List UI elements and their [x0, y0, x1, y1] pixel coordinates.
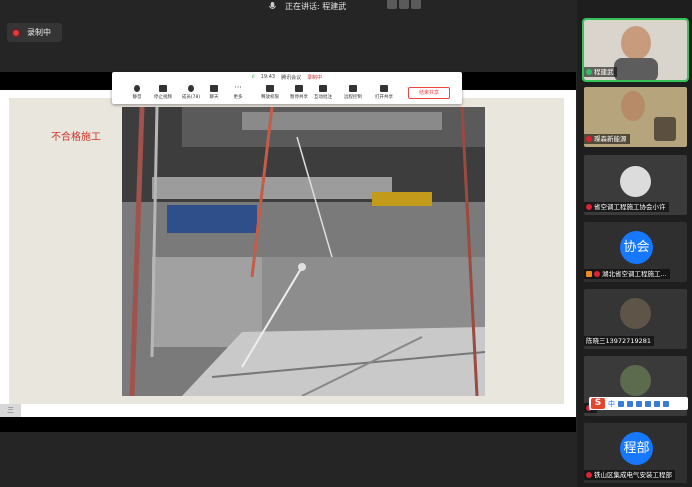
share-release-icon: [266, 85, 274, 92]
more-icon: ···: [234, 83, 242, 92]
toolbox-icon[interactable]: [654, 400, 660, 407]
release-permission-button[interactable]: 释放权限: [259, 85, 281, 100]
slide-canvas: 不合格施工: [9, 98, 564, 404]
window-control-3[interactable]: [411, 0, 421, 9]
members-icon: [188, 85, 194, 92]
meeting-share-toolbar: ıl 19:43 腾讯会议 录制中 静音 停止视频 成员(78) 聊天 ··· 更…: [112, 72, 462, 104]
participant-tile[interactable]: 陈晓三13972719281: [584, 289, 687, 349]
participants-panel: 程建武 璨森新能源 省空调工程施工协会小许 协会 湖北省空调工程施工... 陈晓…: [577, 0, 692, 487]
recording-dot-icon: [13, 29, 19, 36]
stop-video-button[interactable]: 停止视频: [152, 85, 174, 100]
remote-control-label: 远程控制: [344, 95, 362, 100]
participant-video: [621, 26, 651, 60]
participant-video: [620, 166, 651, 197]
participant-video: [621, 91, 645, 121]
microphone-icon: [134, 85, 140, 92]
chat-button[interactable]: 聊天: [203, 85, 225, 100]
more-button[interactable]: ··· 更多: [227, 83, 249, 101]
participant-name-text: 陈晓三13972719281: [586, 337, 651, 345]
app-name: 腾讯会议: [281, 75, 302, 81]
members-label: 成员(78): [181, 95, 201, 100]
microphone-icon: [268, 1, 277, 9]
participant-name-text: 程建武: [594, 68, 614, 76]
microphone-muted-icon: [586, 136, 592, 142]
microphone-muted-icon: [586, 472, 592, 478]
pause-share-label: 暂停共享: [290, 95, 308, 100]
participant-tile[interactable]: 协会 湖北省空调工程施工...: [584, 222, 687, 282]
remote-control-button[interactable]: 远程控制: [342, 85, 364, 100]
share-icon: [380, 85, 388, 92]
annotate-label: 互动批注: [314, 95, 332, 100]
participant-name: 湖北省空调工程施工...: [584, 269, 670, 279]
toolbar-status: ıl 19:43 腾讯会议 录制中: [112, 74, 462, 81]
construction-photo-image: [122, 107, 485, 396]
open-share-button[interactable]: 打开共享: [373, 85, 395, 100]
skin-icon[interactable]: [645, 400, 651, 407]
end-share-button[interactable]: 结束共享: [408, 87, 450, 99]
members-button[interactable]: 成员(78): [180, 85, 202, 100]
participant-tile[interactable]: 璨森新能源: [584, 87, 687, 147]
stop-video-label: 停止视频: [154, 95, 172, 100]
annotate-icon: [319, 85, 327, 92]
meeting-time: 19:43: [260, 74, 276, 80]
keyboard-icon[interactable]: [636, 400, 642, 407]
microphone-on-icon: [586, 69, 592, 75]
participant-tile[interactable]: 程建武: [582, 18, 689, 82]
participant-video: [620, 365, 651, 396]
share-status-icon: [586, 271, 592, 277]
speaking-indicator: 正在讲话: 程建武: [268, 0, 346, 12]
window-control-2[interactable]: [399, 0, 409, 9]
window-control-1[interactable]: [387, 0, 397, 9]
recording-badge[interactable]: 录制中: [7, 23, 62, 42]
ime-mode[interactable]: 中: [608, 399, 615, 409]
participant-tile[interactable]: 省空调工程施工协会小许: [584, 155, 687, 215]
participant-name: 程建武: [584, 67, 617, 77]
participant-name: 陈晓三13972719281: [584, 336, 654, 346]
pause-share-icon: [295, 85, 303, 92]
participant-body: [614, 58, 658, 80]
participant-name-text: 湖北省空调工程施工...: [602, 270, 667, 278]
signal-icon: ıl: [251, 74, 255, 80]
annotate-button[interactable]: 互动批注: [312, 85, 334, 100]
chat-icon: [210, 85, 218, 92]
top-window-controls[interactable]: [387, 0, 421, 9]
recording-label: 录制中: [27, 28, 51, 37]
chat-label: 聊天: [209, 95, 219, 100]
microphone-muted-icon: [594, 271, 600, 277]
mute-label: 静音: [132, 95, 142, 100]
toolbar-recording-label: 录制中: [307, 75, 323, 81]
participant-background: [654, 117, 676, 141]
participant-video: [620, 298, 651, 329]
participant-avatar: 协会: [620, 231, 653, 264]
release-permission-label: 释放权限: [261, 95, 279, 100]
participant-name: 璨森新能源: [584, 134, 630, 144]
microphone-muted-icon: [586, 204, 592, 210]
participant-avatar: 程部: [620, 432, 653, 465]
grid-icon[interactable]: [663, 400, 669, 407]
meeting-window: 正在讲话: 程建武 录制中 不合格施工 三 ıl 19:43 腾讯会议 录制中 …: [0, 0, 692, 487]
pause-share-button[interactable]: 暂停共享: [288, 85, 310, 100]
remote-control-icon: [349, 85, 357, 92]
participant-name-text: 省空调工程施工协会小许: [594, 203, 666, 211]
sogou-logo-icon: S: [591, 398, 605, 409]
more-label: 更多: [233, 95, 243, 100]
side-tab-button[interactable]: 三: [0, 404, 21, 417]
open-share-label: 打开共享: [375, 95, 393, 100]
camera-icon: [159, 85, 167, 92]
participant-name: 铁山区集成电气安装工程部: [584, 470, 675, 480]
speaking-text: 正在讲话: 程建武: [285, 1, 347, 11]
slide-title: 不合格施工: [51, 132, 101, 143]
participant-tile[interactable]: 程部 铁山区集成电气安装工程部: [584, 423, 687, 483]
ime-toolbar[interactable]: S 中: [589, 397, 688, 410]
participant-name-text: 璨森新能源: [594, 135, 627, 143]
participant-name-text: 铁山区集成电气安装工程部: [594, 471, 672, 479]
participant-name: 省空调工程施工协会小许: [584, 202, 669, 212]
presentation-slide: 不合格施工: [0, 90, 576, 417]
mute-button[interactable]: 静音: [126, 85, 148, 100]
voice-icon[interactable]: [627, 400, 633, 407]
construction-photo: [122, 107, 485, 396]
punctuation-icon[interactable]: [618, 400, 624, 407]
